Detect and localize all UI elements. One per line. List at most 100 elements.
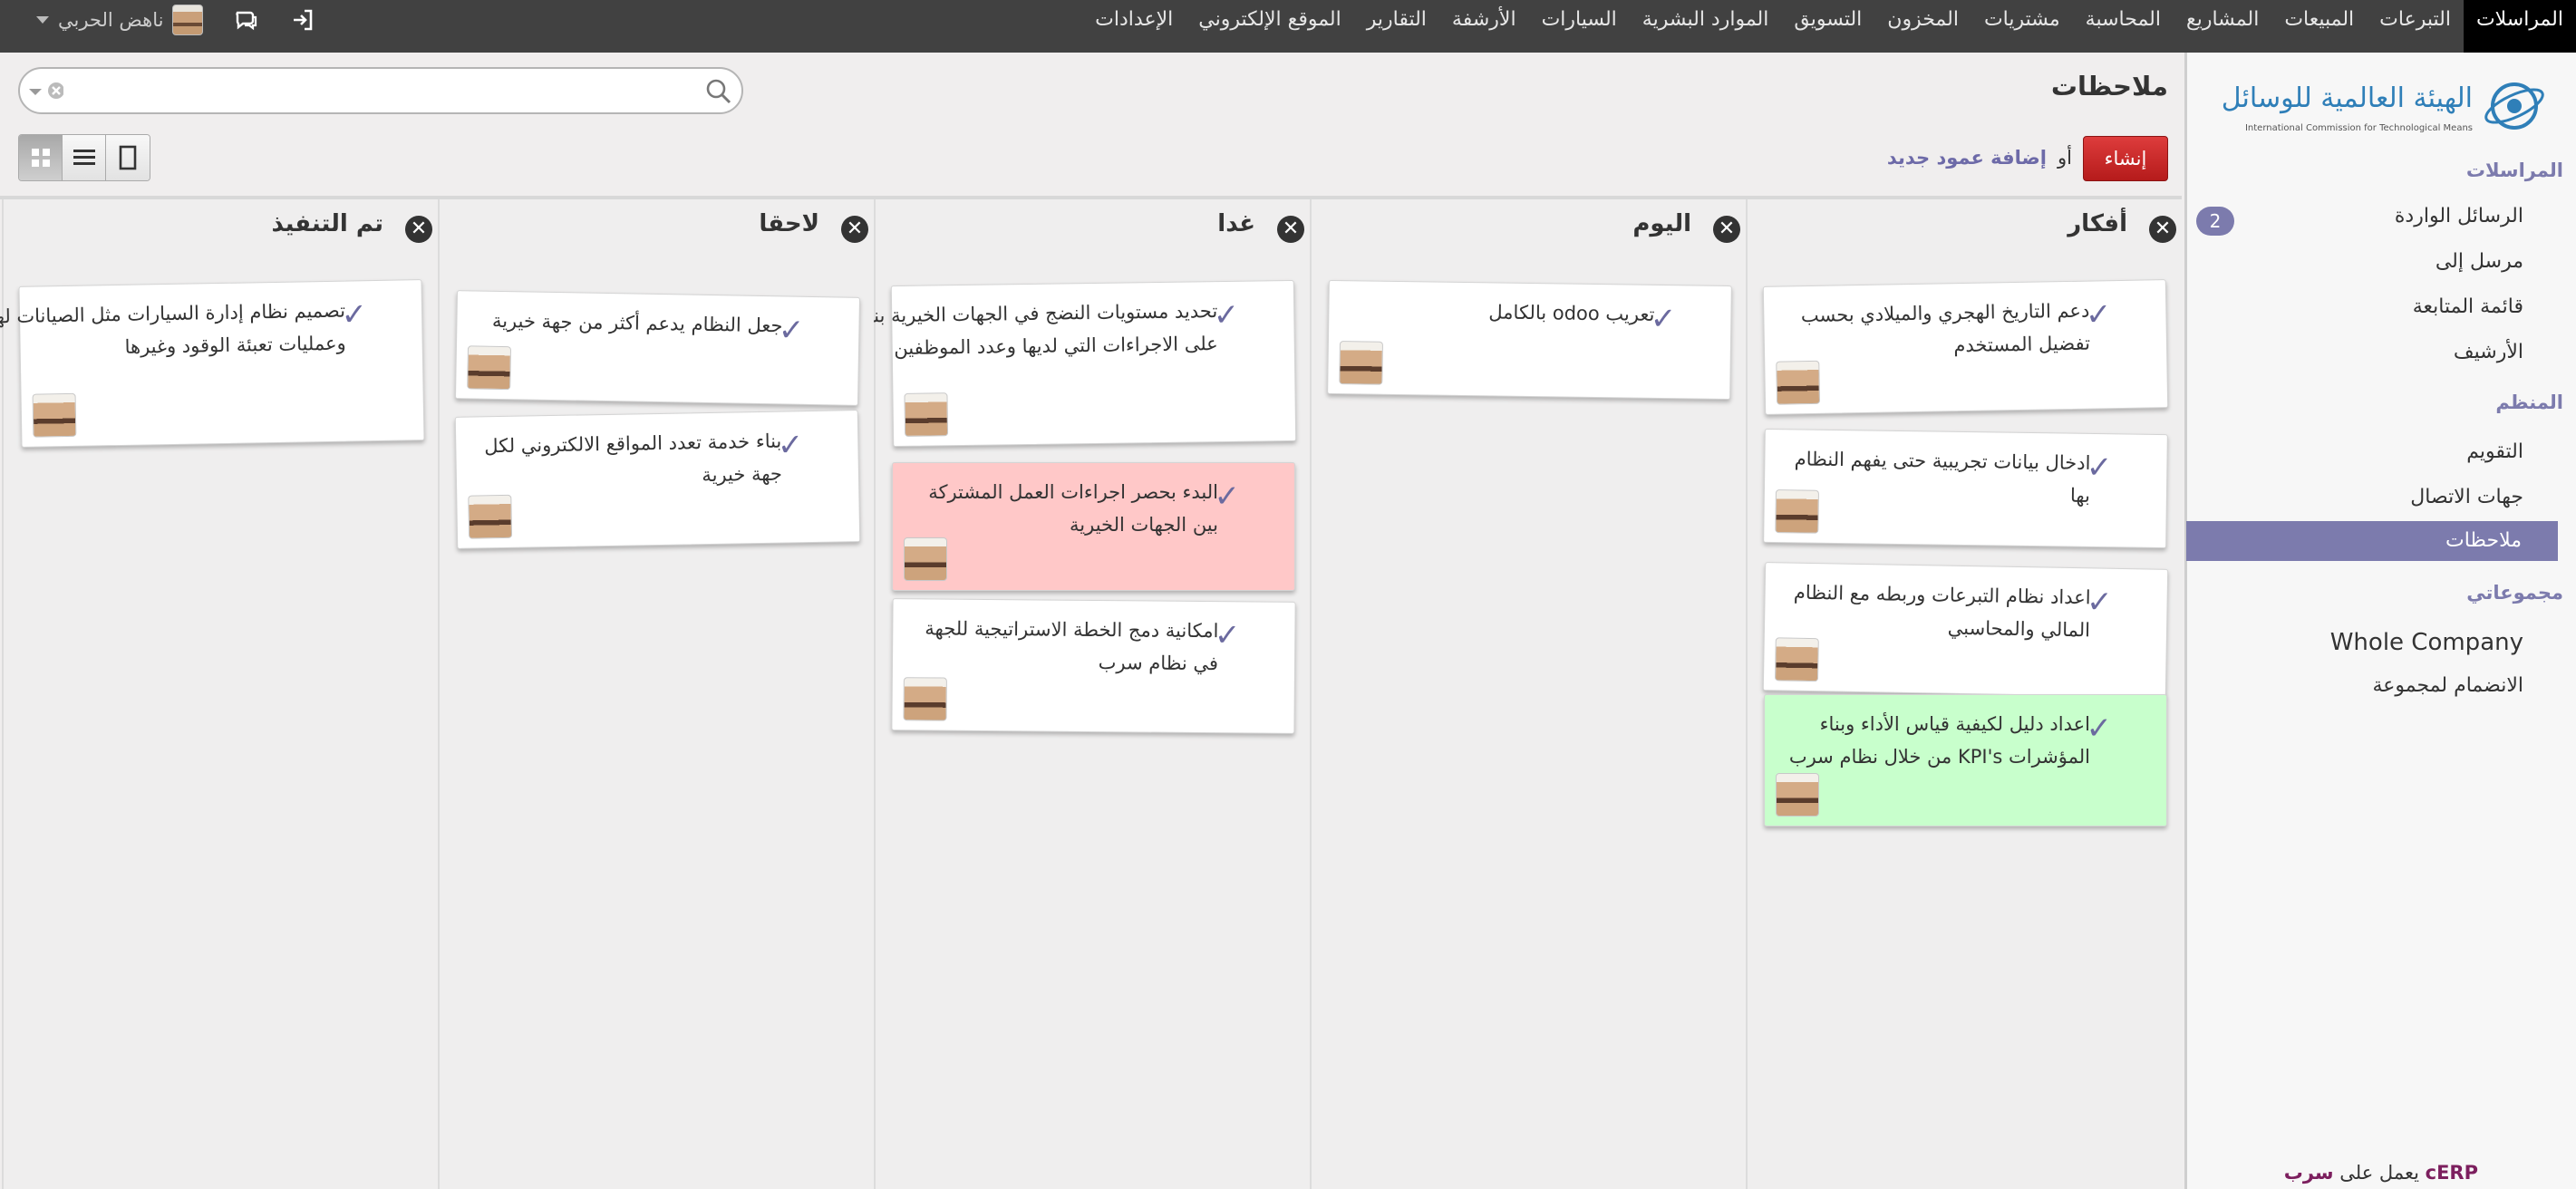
- close-column-icon[interactable]: ✕: [405, 216, 432, 243]
- user-area: ناهض الحربي: [36, 0, 315, 40]
- note-text: تصميم نظام إدارة السيارات مثل الصيانات ل…: [0, 299, 346, 358]
- sidebar-item-inbox[interactable]: الرسائل الواردة: [2395, 205, 2523, 227]
- column-title: تم التنفيذ: [271, 210, 383, 237]
- form-view-button[interactable]: [106, 135, 150, 180]
- user-avatar: [172, 5, 204, 35]
- list-view-button[interactable]: [63, 135, 106, 180]
- chevron-down-icon: [36, 16, 49, 24]
- note-card[interactable]: ✓ امكانية دمج الخطة الاستراتيجية للجهة ف…: [891, 598, 1296, 734]
- close-column-icon[interactable]: ✕: [2149, 216, 2176, 243]
- sidebar-item-whole-company[interactable]: Whole Company: [2330, 629, 2523, 656]
- sidebar-item-notes[interactable]: ملاحظات: [2186, 521, 2558, 561]
- sidebar-item-followup[interactable]: قائمة المتابعة: [2413, 295, 2523, 318]
- search-box[interactable]: [18, 67, 743, 114]
- menu-vehicles[interactable]: السيارات: [1529, 0, 1630, 53]
- menu-hr[interactable]: الموارد البشرية: [1630, 0, 1782, 53]
- note-text: بناء خدمة تعدد المواقع الالكتروني لكل جه…: [484, 430, 783, 487]
- section-organizer: المنظم: [2495, 392, 2563, 413]
- or-label: أو: [2058, 147, 2072, 169]
- note-text: امكانية دمج الخطة الاستراتيجية للجهة في …: [925, 617, 1219, 675]
- note-card[interactable]: ✓ تصميم نظام إدارة السيارات مثل الصيانات…: [0, 279, 425, 448]
- menu-projects[interactable]: المشاريع: [2174, 0, 2271, 53]
- note-text: اعداد نظام التبرعات وربطه مع النظام الما…: [1793, 581, 2091, 642]
- note-text: جعل النظام يدعم أكثر من جهة خيرية: [491, 309, 783, 337]
- user-name: ناهض الحربي: [58, 9, 164, 31]
- sidebar-item-join-group[interactable]: الانضمام لمجموعة: [2372, 674, 2523, 697]
- note-card[interactable]: ✓ اعداد نظام التبرعات وربطه مع النظام ال…: [1762, 562, 2169, 698]
- form-icon: [119, 145, 137, 170]
- note-card[interactable]: ✓ البدء بحصر اجراءات العمل المشتركة بين …: [892, 462, 1295, 591]
- column-title: أفكار: [2068, 210, 2127, 237]
- kanban-column: غدا ✕ ✓ تحديد مستويات النضج في الجهات ال…: [859, 199, 1310, 1189]
- logout-icon[interactable]: [290, 7, 315, 33]
- search-icon[interactable]: [705, 78, 732, 105]
- menu-correspondence[interactable]: المراسلات: [2463, 0, 2576, 53]
- avatar: [1339, 341, 1383, 385]
- close-column-icon[interactable]: ✕: [1277, 216, 1304, 243]
- footer-brand-en[interactable]: cERP: [2426, 1162, 2478, 1184]
- column-title: غدا: [1217, 210, 1255, 237]
- menu-donations[interactable]: التبرعات: [2367, 0, 2464, 53]
- avatar: [468, 494, 513, 539]
- top-navbar: المراسلات التبرعات المبيعات المشاريع الم…: [0, 0, 2576, 53]
- note-text: اعداد دليل لكيفية قياس الأداء وبناء المؤ…: [1788, 713, 2090, 768]
- avatar: [903, 677, 947, 721]
- add-column-link[interactable]: إضافة عمود جديد: [1887, 147, 2047, 169]
- kanban-column: تم التنفيذ ✕ ✓ تصميم نظام إدارة السيارات…: [0, 199, 438, 1189]
- footer-prefix: يعمل على: [2339, 1162, 2419, 1184]
- close-column-icon[interactable]: ✕: [1713, 216, 1740, 243]
- sidebar-item-contacts[interactable]: جهات الاتصال: [2410, 486, 2523, 508]
- organization-logo: الهيئة العالمية للوسائل التقنية Internat…: [2223, 82, 2544, 133]
- column-title: اليوم: [1632, 210, 1691, 237]
- menu-inventory[interactable]: المخزون: [1874, 0, 1971, 53]
- avatar: [1775, 489, 1819, 534]
- search-options-icon[interactable]: [27, 82, 63, 102]
- page-title: ملاحظات: [2050, 71, 2168, 102]
- section-my-groups: مجموعاتي: [2466, 582, 2563, 604]
- note-text: البدء بحصر اجراءات العمل المشتركة بين ال…: [928, 481, 1218, 536]
- column-title: لاحقا: [759, 210, 819, 237]
- chat-icon[interactable]: [234, 7, 259, 33]
- create-button[interactable]: إنشاء: [2083, 136, 2168, 181]
- sidebar: الهيئة العالمية للوسائل التقنية Internat…: [2184, 53, 2576, 1189]
- menu-settings[interactable]: الإعدادات: [1082, 0, 1186, 53]
- view-switcher: [18, 134, 150, 181]
- avatar: [1776, 360, 1821, 405]
- search-input[interactable]: [74, 76, 673, 105]
- avatar: [904, 392, 949, 437]
- menu-website[interactable]: الموقع الإلكتروني: [1186, 0, 1354, 53]
- kanban-view-button[interactable]: [19, 135, 63, 180]
- menu-archiving[interactable]: الأرشفة: [1439, 0, 1529, 53]
- sidebar-item-sent[interactable]: مرسل إلى: [2436, 250, 2523, 273]
- menu-marketing[interactable]: التسويق: [1781, 0, 1874, 53]
- menu-sales[interactable]: المبيعات: [2271, 0, 2367, 53]
- avatar: [1776, 773, 1819, 817]
- note-text: ادخال بيانات تجريبية حتى يفهم النظام بها: [1794, 448, 2091, 507]
- kanban-column: اليوم ✕ ✓ تعريب odoo بالكامل: [1310, 199, 1746, 1189]
- avatar: [1774, 637, 1819, 682]
- list-icon: [73, 150, 95, 165]
- avatar: [32, 392, 77, 438]
- footer-brand-ar[interactable]: سرب: [2284, 1162, 2334, 1184]
- kanban-column: أفكار ✕ ✓ دعم التاريخ الهجري والميلادي ب…: [1746, 199, 2182, 1189]
- note-card[interactable]: ✓ جعل النظام يدعم أكثر من جهة خيرية: [454, 290, 861, 406]
- note-card[interactable]: ✓ بناء خدمة تعدد المواقع الالكتروني لكل …: [454, 410, 861, 549]
- user-menu[interactable]: ناهض الحربي: [36, 5, 204, 35]
- note-card[interactable]: ✓ ادخال بيانات تجريبية حتى يفهم النظام ب…: [1763, 428, 2168, 549]
- close-column-icon[interactable]: ✕: [841, 216, 868, 243]
- note-card[interactable]: ✓ اعداد دليل لكيفية قياس الأداء وبناء ال…: [1764, 694, 2167, 826]
- note-card[interactable]: ✓ تحديد مستويات النضج في الجهات الخيرية …: [859, 279, 1297, 448]
- grid-icon: [31, 149, 50, 167]
- sidebar-item-archive[interactable]: الأرشيف: [2454, 341, 2523, 363]
- sidebar-item-calendar[interactable]: التقويم: [2466, 440, 2523, 463]
- menu-purchases[interactable]: مشتريات: [1971, 0, 2073, 53]
- menu-reports[interactable]: التقارير: [1354, 0, 1439, 53]
- note-text: دعم التاريخ الهجري والميلادي بحسب تفضيل …: [1800, 299, 2091, 357]
- note-card[interactable]: ✓ دعم التاريخ الهجري والميلادي بحسب تفضي…: [1762, 279, 2169, 415]
- menu-accounting[interactable]: المحاسبة: [2073, 0, 2174, 53]
- note-card[interactable]: ✓ تعريب odoo بالكامل: [1327, 279, 1732, 401]
- note-text: تعريب odoo بالكامل: [1488, 301, 1655, 325]
- svg-text:International Commission for T: International Commission for Technologic…: [2245, 123, 2473, 133]
- section-correspondence: المراسلات: [2465, 160, 2563, 181]
- top-menu: المراسلات التبرعات المبيعات المشاريع الم…: [1082, 0, 2576, 53]
